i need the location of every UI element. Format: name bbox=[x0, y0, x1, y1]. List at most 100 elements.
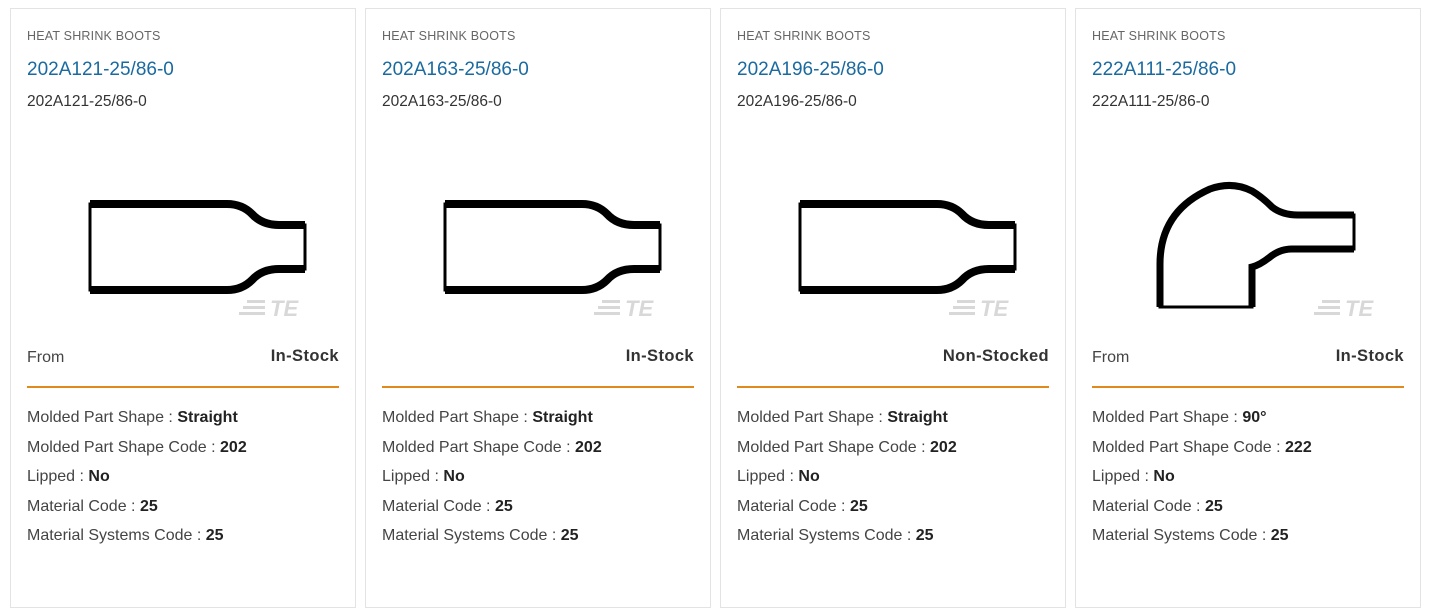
spec-label: Molded Part Shape Code : bbox=[27, 438, 216, 456]
spec-value: 222 bbox=[1285, 438, 1312, 456]
spec-label: Lipped : bbox=[1092, 468, 1149, 485]
straight-boot-drawing: TE bbox=[798, 200, 1017, 321]
spec-row: Material Code : 25 bbox=[1092, 492, 1312, 522]
te-logo-icon: TE bbox=[1314, 296, 1374, 321]
spec-label: Molded Part Shape : bbox=[382, 409, 528, 426]
spec-value: 25 bbox=[494, 497, 513, 515]
spec-label: Material Systems Code : bbox=[382, 527, 557, 544]
product-part-number: 202A196-25/86-0 bbox=[737, 93, 857, 110]
spec-value: 25 bbox=[1270, 527, 1289, 544]
straight-boot-drawing: TE bbox=[443, 200, 662, 321]
spec-label: Material Code : bbox=[27, 497, 136, 515]
svg-text:TE: TE bbox=[270, 296, 299, 321]
spec-row: Molded Part Shape : Straight bbox=[27, 403, 247, 433]
product-card[interactable]: HEAT SHRINK BOOTS 202A163-25/86-0 202A16… bbox=[365, 8, 711, 608]
price-from-label: From bbox=[1092, 349, 1130, 366]
svg-text:TE: TE bbox=[625, 296, 654, 321]
divider bbox=[1092, 386, 1404, 388]
spec-value: 25 bbox=[205, 527, 224, 544]
product-title-link[interactable]: 202A196-25/86-0 bbox=[737, 59, 884, 81]
spec-label: Molded Part Shape Code : bbox=[382, 438, 571, 456]
spec-list: Molded Part Shape : Straight Molded Part… bbox=[382, 403, 602, 551]
divider bbox=[27, 386, 339, 388]
product-part-number: 222A111-25/86-0 bbox=[1092, 93, 1210, 110]
product-title-link[interactable]: 222A111-25/86-0 bbox=[1092, 59, 1236, 81]
spec-row: Material Systems Code : 25 bbox=[382, 521, 602, 551]
te-logo-icon: TE bbox=[239, 296, 299, 321]
spec-value: 202 bbox=[930, 438, 957, 456]
spec-row: Material Code : 25 bbox=[737, 492, 957, 522]
spec-row: Molded Part Shape : Straight bbox=[382, 403, 602, 433]
product-category: HEAT SHRINK BOOTS bbox=[1092, 29, 1226, 43]
stock-status: In-Stock bbox=[270, 347, 339, 365]
spec-label: Molded Part Shape Code : bbox=[737, 438, 926, 456]
spec-value: 25 bbox=[849, 497, 868, 515]
divider bbox=[737, 386, 1049, 388]
product-image[interactable]: TE bbox=[27, 159, 343, 329]
product-grid: HEAT SHRINK BOOTS 202A121-25/86-0 202A12… bbox=[0, 0, 1429, 608]
product-card[interactable]: HEAT SHRINK BOOTS 202A196-25/86-0 202A19… bbox=[720, 8, 1066, 608]
spec-value: 202 bbox=[220, 438, 247, 456]
spec-value: No bbox=[443, 468, 465, 485]
spec-value: Straight bbox=[177, 409, 238, 426]
spec-label: Molded Part Shape : bbox=[737, 409, 883, 426]
spec-value: Straight bbox=[532, 409, 593, 426]
product-title-link[interactable]: 202A121-25/86-0 bbox=[27, 59, 174, 81]
spec-value: No bbox=[88, 468, 110, 485]
price-from-label: From bbox=[27, 349, 65, 366]
spec-label: Material Code : bbox=[382, 497, 491, 515]
svg-text:TE: TE bbox=[980, 296, 1009, 321]
spec-value: 25 bbox=[560, 527, 579, 544]
spec-label: Lipped : bbox=[27, 468, 84, 485]
product-title-link[interactable]: 202A163-25/86-0 bbox=[382, 59, 529, 81]
spec-value: No bbox=[1153, 468, 1175, 485]
spec-label: Lipped : bbox=[382, 468, 439, 485]
spec-label: Molded Part Shape : bbox=[1092, 409, 1238, 426]
spec-row: Material Systems Code : 25 bbox=[27, 521, 247, 551]
spec-value: 25 bbox=[1204, 497, 1223, 515]
spec-label: Material Code : bbox=[1092, 497, 1201, 515]
spec-label: Lipped : bbox=[737, 468, 794, 485]
spec-label: Molded Part Shape Code : bbox=[1092, 438, 1281, 456]
spec-row: Material Systems Code : 25 bbox=[737, 521, 957, 551]
spec-row: Lipped : No bbox=[382, 462, 602, 492]
stock-status: In-Stock bbox=[625, 347, 694, 365]
divider bbox=[382, 386, 694, 388]
spec-row: Molded Part Shape Code : 222 bbox=[1092, 433, 1312, 463]
product-part-number: 202A163-25/86-0 bbox=[382, 93, 502, 110]
product-card[interactable]: HEAT SHRINK BOOTS 222A111-25/86-0 222A11… bbox=[1075, 8, 1421, 608]
product-image[interactable]: TE bbox=[1092, 159, 1408, 329]
elbow-boot-drawing: TE bbox=[1156, 182, 1374, 321]
spec-value: 25 bbox=[915, 527, 934, 544]
te-logo-icon: TE bbox=[949, 296, 1009, 321]
spec-row: Material Code : 25 bbox=[382, 492, 602, 522]
spec-row: Lipped : No bbox=[27, 462, 247, 492]
spec-list: Molded Part Shape : 90° Molded Part Shap… bbox=[1092, 403, 1312, 551]
spec-label: Material Code : bbox=[737, 497, 846, 515]
spec-row: Molded Part Shape Code : 202 bbox=[27, 433, 247, 463]
product-card[interactable]: HEAT SHRINK BOOTS 202A121-25/86-0 202A12… bbox=[10, 8, 356, 608]
spec-row: Molded Part Shape Code : 202 bbox=[382, 433, 602, 463]
spec-value: 90° bbox=[1242, 409, 1267, 426]
spec-value: 25 bbox=[139, 497, 158, 515]
stock-status: Non-Stocked bbox=[942, 347, 1049, 365]
product-category: HEAT SHRINK BOOTS bbox=[737, 29, 871, 43]
product-category: HEAT SHRINK BOOTS bbox=[382, 29, 516, 43]
spec-label: Material Systems Code : bbox=[27, 527, 202, 544]
spec-value: Straight bbox=[887, 409, 948, 426]
spec-row: Material Systems Code : 25 bbox=[1092, 521, 1312, 551]
stock-status: In-Stock bbox=[1335, 347, 1404, 365]
spec-list: Molded Part Shape : Straight Molded Part… bbox=[737, 403, 957, 551]
product-image[interactable]: TE bbox=[382, 159, 698, 329]
spec-value: No bbox=[798, 468, 820, 485]
spec-row: Molded Part Shape Code : 202 bbox=[737, 433, 957, 463]
spec-value: 202 bbox=[575, 438, 602, 456]
te-logo-icon: TE bbox=[594, 296, 654, 321]
spec-list: Molded Part Shape : Straight Molded Part… bbox=[27, 403, 247, 551]
spec-label: Molded Part Shape : bbox=[27, 409, 173, 426]
straight-boot-drawing: TE bbox=[88, 200, 307, 321]
product-image[interactable]: TE bbox=[737, 159, 1053, 329]
spec-row: Molded Part Shape : 90° bbox=[1092, 403, 1312, 433]
svg-text:TE: TE bbox=[1345, 296, 1374, 321]
product-part-number: 202A121-25/86-0 bbox=[27, 93, 147, 110]
